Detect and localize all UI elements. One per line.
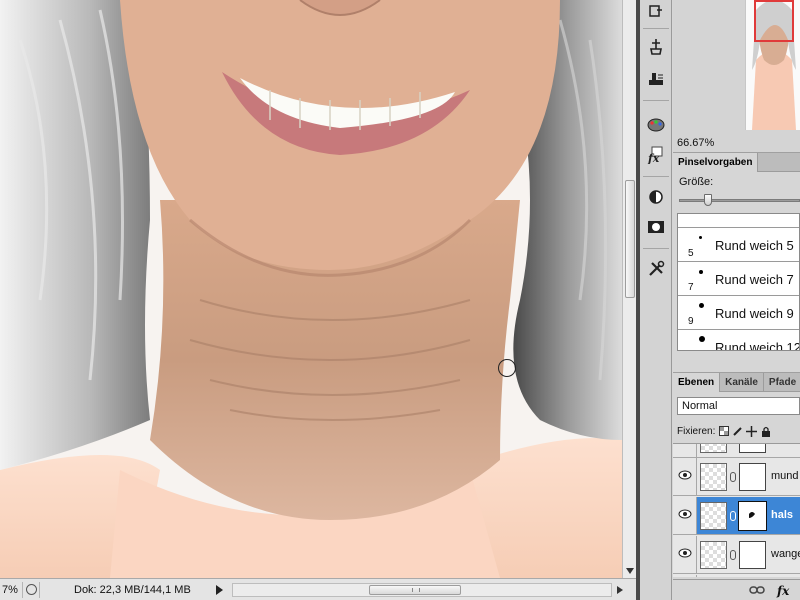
tab-brush-presets[interactable]: Pinselvorgaben [673,153,759,172]
navigator-thumbnail[interactable] [745,0,800,130]
layer-name: hals [771,509,794,521]
styles-icon[interactable]: fx [644,144,668,166]
layer-thumbnail [700,444,727,453]
layer-row-hals[interactable]: hals [673,497,800,535]
brush-preset-name: Rund weich 12 [715,340,800,351]
table-row[interactable] [673,575,800,577]
navigator-view-rectangle[interactable] [754,0,794,42]
layers-panel-tabs: Ebenen Kanäle Pfade [673,373,800,392]
scroll-down-arrow[interactable] [626,568,634,574]
chain-link-icon[interactable] [730,472,736,482]
vertical-scrollbar[interactable] [622,0,636,578]
adjustments-icon[interactable] [644,186,668,208]
layer-name: mund [771,470,799,482]
list-item[interactable] [678,214,799,228]
brush-size-number: 5 [688,248,694,259]
document-size-info: Dok: 22,3 MB/144,1 MB [74,583,191,596]
layer-name: wange [771,548,800,560]
vertical-scroll-thumb[interactable] [625,180,635,298]
link-layers-icon[interactable] [749,584,765,598]
lock-position-icon[interactable] [746,425,758,437]
brush-tip-dot [699,336,705,342]
svg-text:fx: fx [647,152,660,164]
tools-icon[interactable] [644,258,668,280]
history-icon[interactable] [644,0,668,22]
brush-preset-item[interactable]: 7 Rund weich 7 [678,262,799,296]
lock-all-icon[interactable] [760,426,771,437]
layer-thumbnail [700,541,727,569]
brush-preset-item[interactable]: 12 Rund weich 12 [678,330,800,351]
chain-link-icon[interactable] [730,511,736,521]
layer-thumbnail [700,463,727,491]
layers-panel: Ebenen Kanäle Pfade Normal Fixieren: mun… [673,372,800,600]
brush-preset-name: Rund weich 9 [715,306,794,321]
tool-presets-icon[interactable] [644,68,668,90]
layer-thumbnail [700,502,727,530]
document-canvas[interactable] [0,0,622,578]
panel-icon-strip: fx [640,0,672,600]
portrait-photo [0,0,622,578]
brush-tip-dot [699,303,704,308]
lock-row: Fixieren: [677,423,800,439]
navigator-zoom-field[interactable]: 66.67% [677,137,714,149]
clone-source-icon[interactable] [644,36,668,58]
eye-icon[interactable] [678,470,692,480]
brush-size-number: 12 [688,350,699,351]
status-bar: 7% Dok: 22,3 MB/144,1 MB [0,578,636,600]
strip-divider [643,176,669,177]
brush-tip-dot [699,270,703,274]
brush-icon[interactable] [644,114,668,136]
strip-divider [643,100,669,101]
masks-icon[interactable] [644,216,668,238]
brush-preset-name: Rund weich 7 [715,272,794,287]
tab-channels[interactable]: Kanäle [720,373,764,392]
brush-panel-tabs: Pinselvorgaben [673,153,800,172]
brush-presets-panel: Pinselvorgaben Größe: 5 Rund weich 5 7 R… [673,152,800,352]
layer-row-mund[interactable]: mund [673,458,800,496]
visibility-column [673,575,697,577]
layers-footer: fx [673,579,800,600]
lock-transparency-icon[interactable] [718,426,729,437]
lock-label: Fixieren: [677,425,716,437]
layer-mask-thumbnail[interactable] [739,541,766,569]
blend-mode-select[interactable]: Normal [677,397,800,415]
zoom-level-field[interactable]: 7% [0,584,22,596]
horizontal-scroll-thumb[interactable] [369,584,461,595]
brush-size-number: 9 [688,316,694,327]
status-clock-icon[interactable] [22,581,40,598]
brush-size-label: Größe: [679,176,714,188]
eye-icon[interactable] [678,509,692,519]
right-panels: 66.67% Pinselvorgaben Größe: 5 Rund weic… [673,0,800,600]
layer-mask-thumbnail[interactable] [739,444,766,453]
photoshop-window: 7% Dok: 22,3 MB/144,1 MB fx 66.67% Pinse… [0,0,800,600]
lock-pixels-icon[interactable] [732,426,743,437]
brush-size-slider-knob[interactable] [704,194,712,206]
horizontal-scrollbar[interactable] [232,582,612,597]
layer-mask-thumbnail[interactable] [739,463,766,491]
chain-link-icon[interactable] [730,550,736,560]
table-row[interactable] [673,444,800,458]
tab-paths[interactable]: Pfade [764,373,800,392]
strip-divider [643,248,669,249]
brush-tip-dot [699,236,702,239]
brush-preset-name: Rund weich 5 [715,238,794,253]
tab-layers[interactable]: Ebenen [673,373,721,392]
eye-icon[interactable] [678,548,692,558]
fx-icon[interactable]: fx [777,584,789,598]
status-menu-arrow-icon[interactable] [212,583,226,597]
brush-circle-cursor [498,359,516,377]
brush-preset-item[interactable]: 5 Rund weich 5 [678,228,799,262]
brush-size-number: 7 [688,282,694,293]
scroll-right-arrow[interactable] [614,583,626,597]
strip-divider [643,28,669,29]
layer-row-wange[interactable]: wange [673,536,800,574]
layer-list[interactable]: mund hals wang [673,443,800,577]
visibility-column [673,444,697,457]
brush-preset-item[interactable]: 9 Rund weich 9 [678,296,799,330]
brush-preset-list[interactable]: 5 Rund weich 5 7 Rund weich 7 9 Rund wei… [677,213,800,351]
brush-size-slider[interactable] [679,194,800,206]
layer-mask-thumbnail[interactable] [738,501,767,531]
navigator-panel: 66.67% [673,0,800,152]
